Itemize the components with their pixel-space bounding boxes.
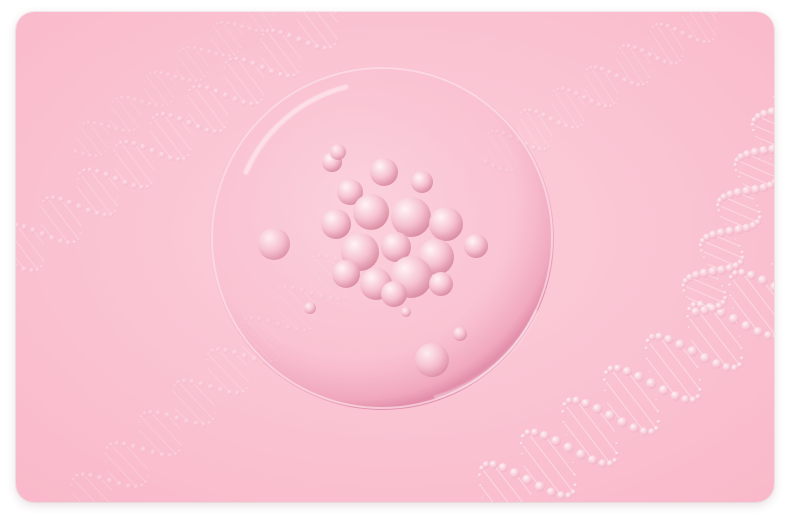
- floating-sphere: [258, 228, 290, 260]
- cell-sphere: [411, 171, 433, 193]
- floating-sphere: [401, 307, 411, 317]
- cell-sphere: [429, 207, 463, 241]
- cell-sphere: [370, 158, 398, 186]
- cell-sphere: [332, 260, 360, 288]
- cell-sphere: [464, 234, 488, 258]
- floating-sphere: [330, 144, 346, 160]
- image-card: [16, 12, 774, 502]
- cell-sphere: [391, 197, 431, 237]
- floating-sphere: [453, 327, 467, 341]
- cell-sphere: [381, 281, 407, 307]
- cell-sphere: [353, 194, 389, 230]
- cell-sphere: [321, 209, 351, 239]
- floating-sphere: [304, 302, 316, 314]
- floating-sphere: [415, 343, 449, 377]
- cell-sphere: [429, 272, 453, 296]
- cell-bubble-illustration: [16, 12, 774, 502]
